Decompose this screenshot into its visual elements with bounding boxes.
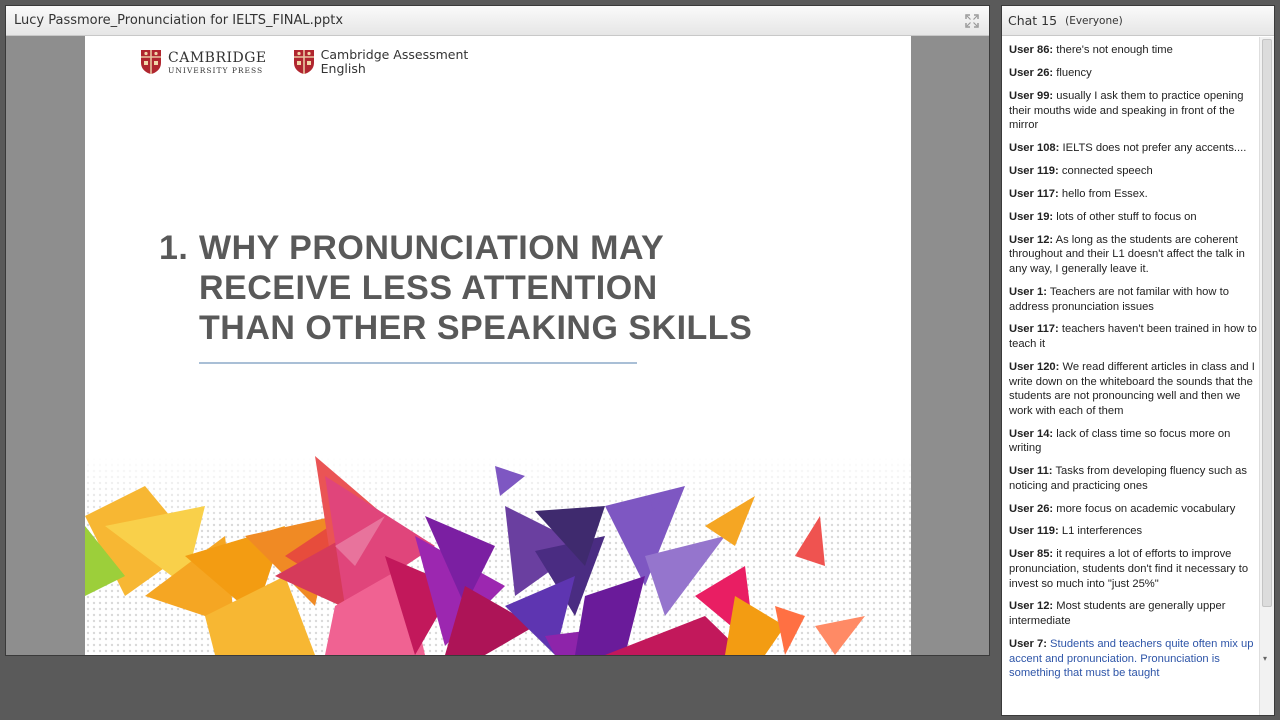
chat-message-user: User 119:: [1009, 525, 1059, 538]
chat-message: User 86: there's not enough time: [1009, 43, 1257, 58]
chat-message-user: User 99:: [1009, 90, 1054, 103]
logo1-main-text: CAMBRIDGE: [168, 49, 267, 66]
chat-message-text: lots of other stuff to focus on: [1053, 211, 1197, 223]
chat-message-user: User 11:: [1009, 465, 1053, 478]
chat-message: User 7: Students and teachers quite ofte…: [1009, 637, 1257, 681]
chat-message-user: User 108:: [1009, 142, 1060, 155]
chat-scrollbar[interactable]: ▾: [1259, 37, 1274, 715]
chat-message-user: User 119:: [1009, 165, 1059, 178]
chat-message-text: IELTS does not prefer any accents....: [1059, 142, 1247, 155]
cambridge-shield-icon: [293, 50, 314, 75]
chat-message-text: there's not enough time: [1053, 44, 1173, 57]
chat-message: User 12: As long as the students are coh…: [1009, 233, 1257, 277]
chat-message: User 19: lots of other stuff to focus on: [1009, 210, 1257, 225]
chat-message: User 1: Teachers are not familar with ho…: [1009, 285, 1257, 314]
cambridge-shield-icon: [141, 50, 161, 75]
chat-message: User 99: usually I ask them to practice …: [1009, 89, 1257, 133]
chat-message-user: User 85:: [1009, 548, 1054, 561]
chat-scroll-thumb[interactable]: [1262, 39, 1272, 607]
chat-message-user: User 12:: [1009, 600, 1054, 613]
chat-message: User 85: it requires a lot of efforts to…: [1009, 547, 1257, 591]
slide-stage: CAMBRIDGE UNIVERSITY PRESS Cambridge Ass…: [6, 36, 989, 655]
chat-message-text: hello from Essex.: [1058, 188, 1148, 201]
chat-message-user: User 7:: [1009, 637, 1047, 650]
chat-message-text: more focus on academic vocabulary: [1053, 502, 1236, 515]
presentation-pod: Lucy Passmore_Pronunciation for IELTS_FI…: [5, 5, 990, 656]
fullscreen-icon[interactable]: [963, 12, 981, 30]
chat-message-text: fluency: [1053, 67, 1092, 80]
slide: CAMBRIDGE UNIVERSITY PRESS Cambridge Ass…: [85, 36, 911, 655]
cambridge-assessment-logo: Cambridge Assessment English: [293, 47, 469, 77]
logo2-sub-text: English: [320, 61, 366, 77]
chat-message: User 14: lack of class time so focus mor…: [1009, 427, 1257, 456]
chat-title: Chat 15: [1008, 13, 1058, 28]
chat-message: User 11: Tasks from developing fluency s…: [1009, 464, 1257, 493]
chat-message: User 119: connected speech: [1009, 164, 1257, 179]
chat-message-user: User 117:: [1009, 323, 1059, 336]
slide-logos: CAMBRIDGE UNIVERSITY PRESS Cambridge Ass…: [140, 47, 469, 77]
chat-message-user: User 120:: [1009, 360, 1060, 373]
chat-message-text: L1 interferences: [1058, 525, 1143, 538]
heading-line-1: WHY PRONUNCIATION MAY: [199, 229, 665, 267]
chat-header: Chat 15 (Everyone): [1002, 6, 1274, 36]
heading-line-3: THAN OTHER SPEAKING SKILLS: [199, 309, 753, 347]
chat-audience[interactable]: (Everyone): [1065, 15, 1123, 27]
chat-message: User 26: fluency: [1009, 66, 1257, 81]
chat-message: User 12: Most students are generally upp…: [1009, 599, 1257, 628]
presentation-header: Lucy Passmore_Pronunciation for IELTS_FI…: [6, 6, 989, 36]
chat-message: User 120: We read different articles in …: [1009, 360, 1257, 418]
scroll-down-arrow-icon[interactable]: ▾: [1263, 654, 1267, 663]
heading-line-2: RECEIVE LESS ATTENTION: [199, 269, 658, 307]
chat-message: User 108: IELTS does not prefer any acce…: [1009, 141, 1257, 156]
chat-message-list: User 86: there's not enough time User 26:…: [1009, 43, 1257, 689]
chat-message-user: User 1:: [1009, 285, 1047, 298]
chat-message: User 117: teachers haven't been trained …: [1009, 322, 1257, 351]
logo2-main-text: Cambridge Assessment: [320, 47, 469, 62]
chat-message-user: User 86:: [1009, 44, 1054, 57]
chat-message-user: User 14:: [1009, 427, 1054, 440]
chat-message-area[interactable]: User 86: there's not enough time User 26:…: [1002, 37, 1260, 715]
presentation-title: Lucy Passmore_Pronunciation for IELTS_FI…: [14, 13, 344, 28]
chat-message: User 26: more focus on academic vocabula…: [1009, 502, 1257, 517]
logo1-sub-text: UNIVERSITY PRESS: [168, 65, 264, 75]
chat-pod: Chat 15 (Everyone) User 86: there's not …: [1001, 5, 1275, 716]
cambridge-university-press-logo: CAMBRIDGE UNIVERSITY PRESS: [140, 49, 267, 75]
heading-underline: [199, 362, 637, 364]
chat-message: User 117: hello from Essex.: [1009, 187, 1257, 202]
chat-message: User 119: L1 interferences: [1009, 524, 1257, 539]
chat-message-user: User 26:: [1009, 67, 1054, 80]
decorative-triangles-artwork: [85, 456, 911, 655]
chat-message-user: User 117:: [1009, 188, 1059, 201]
chat-message-user: User 12:: [1009, 233, 1054, 246]
heading-number: 1.: [159, 229, 189, 267]
chat-message-user: User 19:: [1009, 211, 1054, 223]
chat-message-user: User 26:: [1009, 502, 1054, 515]
chat-message-text: connected speech: [1058, 165, 1153, 178]
